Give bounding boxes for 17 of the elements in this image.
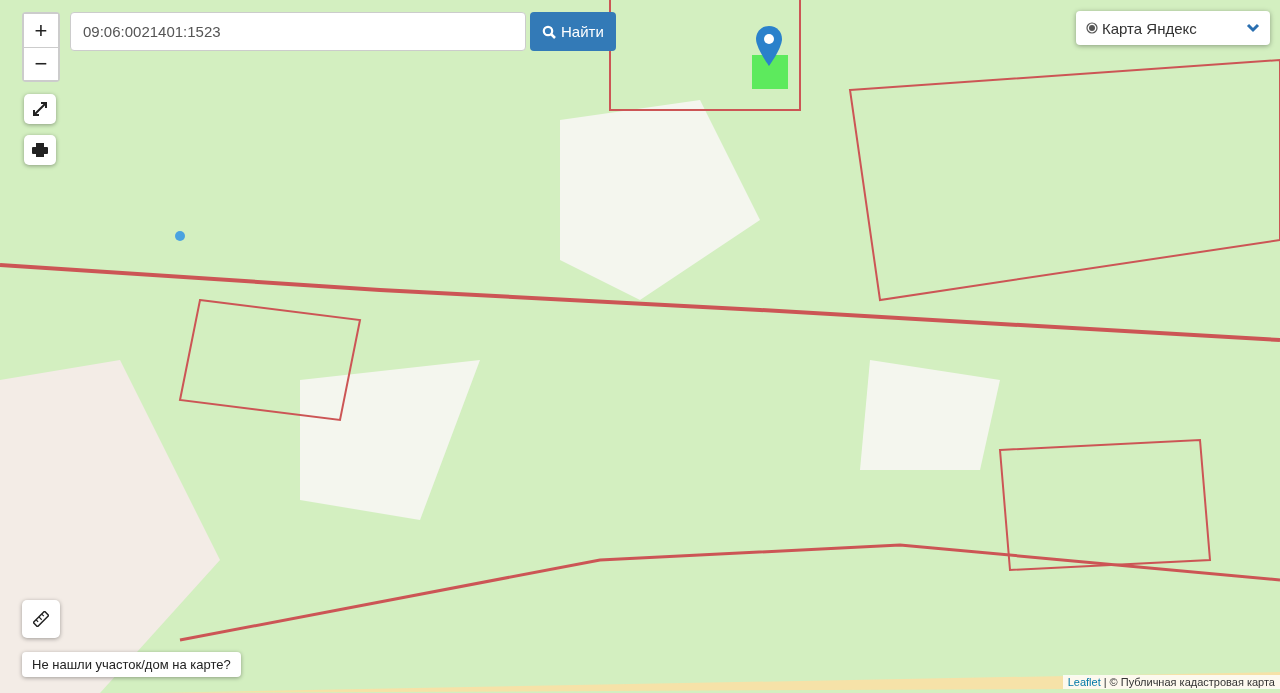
printer-icon: [32, 143, 48, 157]
help-button[interactable]: Не нашли участок/дом на карте?: [22, 652, 241, 677]
attribution-text: © Публичная кадастровая карта: [1109, 676, 1275, 688]
ruler-icon: [33, 611, 49, 627]
ruler-button[interactable]: [22, 600, 60, 638]
marker-icon[interactable]: [756, 26, 782, 66]
separator: |: [1103, 676, 1107, 688]
expand-icon: [33, 102, 47, 116]
search-button[interactable]: Найти: [530, 12, 616, 51]
chevron-down-icon: [1246, 23, 1260, 33]
leaflet-link[interactable]: Leaflet: [1067, 676, 1101, 688]
fullscreen-button[interactable]: [24, 94, 56, 124]
zoom-out-button[interactable]: −: [24, 47, 58, 80]
layer-dropdown[interactable]: Карта Яндекс: [1076, 11, 1270, 45]
print-button[interactable]: [24, 135, 56, 165]
search-field[interactable]: 09:06:0021401:1523: [70, 12, 526, 51]
search-icon: [542, 24, 556, 39]
